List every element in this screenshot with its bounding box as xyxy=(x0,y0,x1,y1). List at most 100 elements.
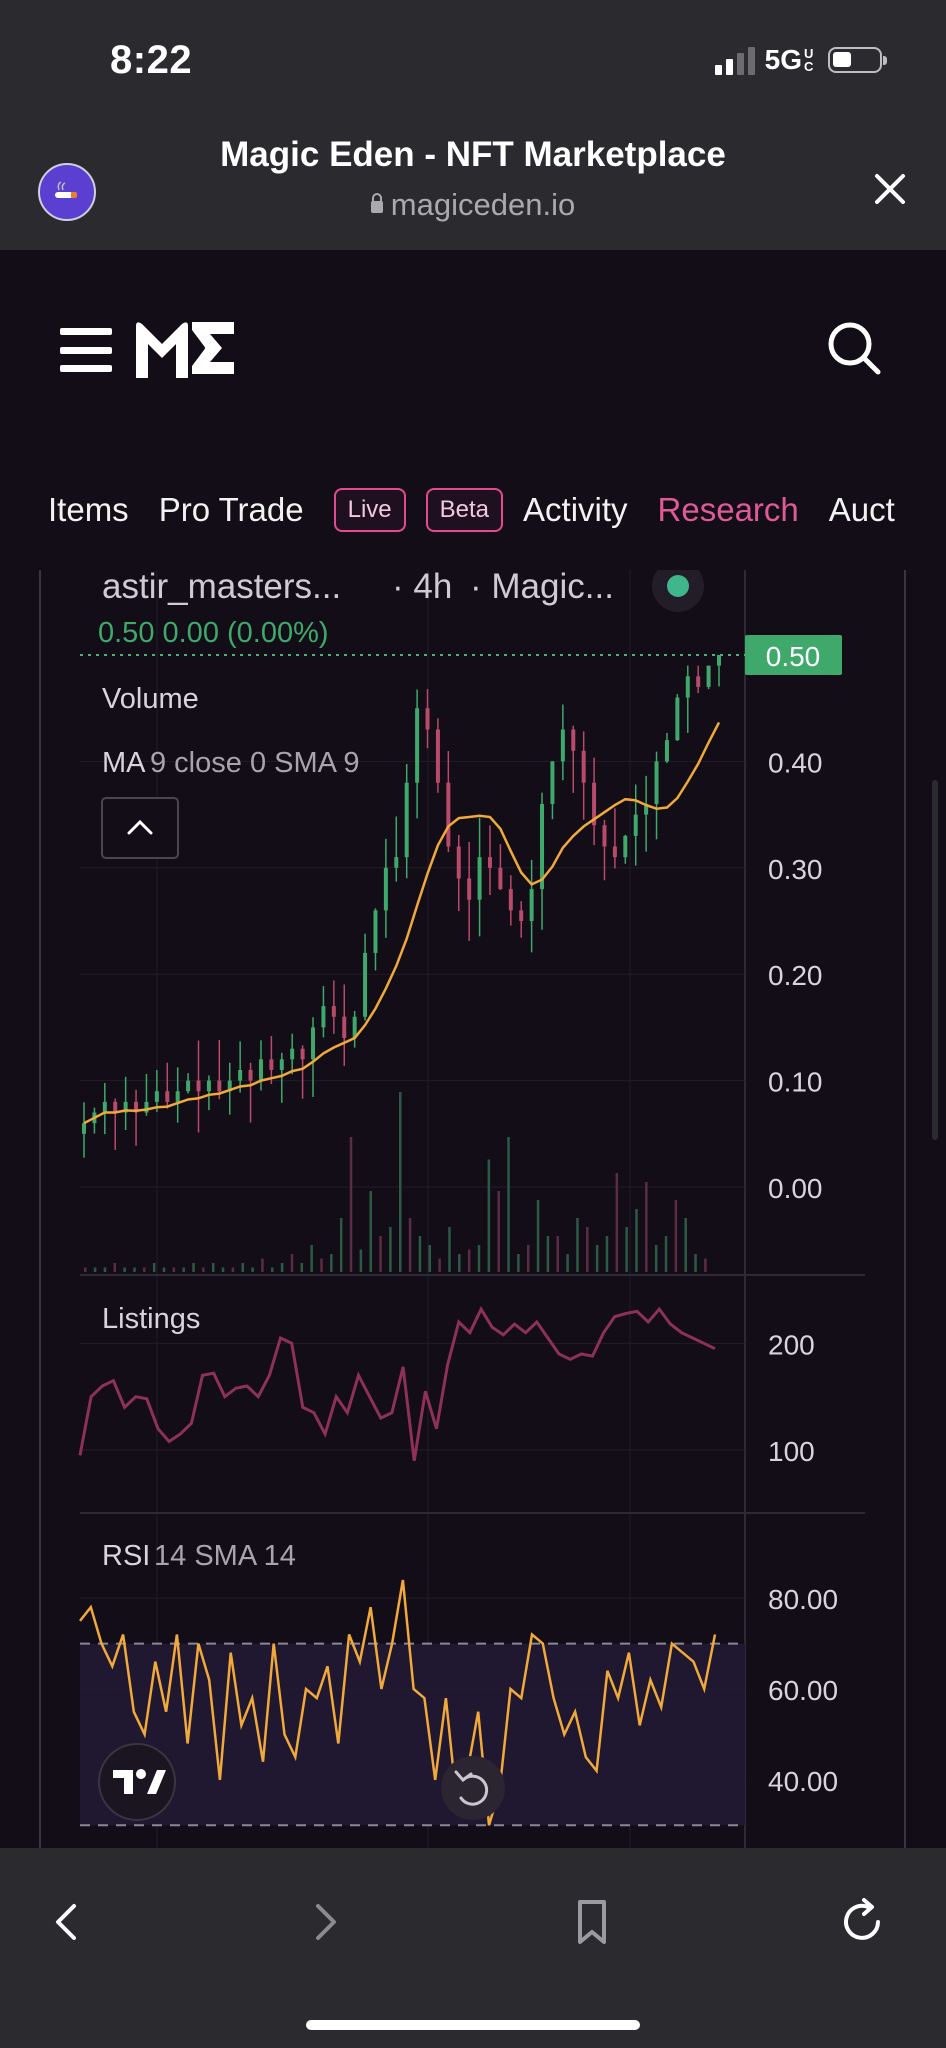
candle-body xyxy=(685,676,690,698)
rsi-tick-label: 80.00 xyxy=(768,1584,838,1615)
site-header xyxy=(0,250,946,450)
reload-icon[interactable] xyxy=(834,1892,894,1952)
tab-auctions[interactable]: Auct xyxy=(829,491,895,529)
collapse-legend-button xyxy=(101,797,179,859)
volume-bar xyxy=(211,1263,215,1272)
home-indicator xyxy=(306,2020,640,2030)
candle-body xyxy=(290,1048,295,1060)
ma-line xyxy=(83,721,721,1125)
candle-body xyxy=(144,1101,149,1113)
volume-bar xyxy=(487,1159,491,1272)
volume-bar xyxy=(654,1245,658,1272)
candle-body xyxy=(394,857,399,868)
battery-icon xyxy=(828,47,887,73)
volume-bar xyxy=(280,1263,284,1272)
volume-bar xyxy=(586,1227,589,1272)
candle-body xyxy=(82,1123,86,1134)
volume-bar xyxy=(369,1191,372,1272)
volume-bar xyxy=(123,1267,126,1272)
ma-params: 9 close 0 SMA 9 xyxy=(150,747,360,779)
nav-tabs: Items Pro Trade Live Beta Activity Resea… xyxy=(0,478,946,542)
rsi-legend: RSI xyxy=(102,1540,150,1572)
volume-bar xyxy=(664,1236,668,1272)
ma-legend: MA xyxy=(102,747,146,779)
status-indicators: 5G UC xyxy=(714,44,887,76)
candle-body xyxy=(654,761,659,804)
volume-bar xyxy=(684,1218,687,1272)
url-text: magiceden.io xyxy=(390,187,576,222)
status-bar: 8:22 5G UC xyxy=(0,0,946,125)
magic-eden-logo[interactable] xyxy=(134,316,236,382)
rsi-tick-label: 40.00 xyxy=(768,1766,838,1797)
browser-toolbar: Magic Eden - NFT Marketplace magiceden.i… xyxy=(0,125,946,251)
volume-bar xyxy=(467,1249,471,1272)
rsi-tick-label: 60.00 xyxy=(768,1675,838,1706)
tab-pro-trade[interactable]: Pro Trade xyxy=(159,491,304,529)
candle-body xyxy=(581,750,586,783)
candle-body xyxy=(696,676,701,687)
back-icon[interactable] xyxy=(36,1892,96,1952)
candle-body xyxy=(519,910,524,921)
candle-body xyxy=(529,889,534,921)
candle-body xyxy=(175,1091,180,1102)
page-title: Magic Eden - NFT Marketplace xyxy=(220,135,726,174)
candle-body xyxy=(269,1059,274,1070)
chart-symbol: astir_masters... xyxy=(102,570,341,606)
volume-legend: Volume xyxy=(102,683,199,715)
candle-body xyxy=(311,1027,316,1060)
volume-bar xyxy=(635,1209,638,1272)
volume-bar xyxy=(674,1200,678,1272)
network-sup: UC xyxy=(804,46,814,74)
volume-bar xyxy=(202,1267,205,1272)
volume-bar xyxy=(290,1254,294,1272)
forward-icon[interactable] xyxy=(296,1892,356,1952)
volume-bar xyxy=(418,1236,422,1272)
volume-bar xyxy=(241,1263,244,1272)
price-tick-label: 0.30 xyxy=(768,854,823,885)
volume-bar xyxy=(113,1263,117,1272)
volume-bar xyxy=(546,1236,550,1272)
close-icon[interactable] xyxy=(870,169,910,209)
volume-bar xyxy=(349,1137,353,1272)
url-display[interactable]: magiceden.io xyxy=(0,187,946,223)
candle-body xyxy=(186,1080,191,1092)
candle-body xyxy=(560,729,565,762)
candle-body xyxy=(321,1006,326,1028)
tab-activity[interactable]: Activity xyxy=(523,491,628,529)
volume-bar xyxy=(615,1173,619,1272)
status-time: 8:22 xyxy=(110,38,193,82)
listings-legend: Listings xyxy=(102,1303,200,1335)
hamburger-menu-icon[interactable] xyxy=(60,328,112,372)
listings-tick-label: 200 xyxy=(768,1329,815,1360)
candle-body xyxy=(383,867,388,911)
candle-body xyxy=(508,889,513,911)
volume-bar xyxy=(162,1267,166,1272)
candle-body xyxy=(238,1069,243,1081)
volume-bar xyxy=(379,1236,382,1272)
tab-items[interactable]: Items xyxy=(48,491,129,529)
tab-research[interactable]: Research xyxy=(658,491,799,529)
volume-bar xyxy=(566,1254,569,1272)
volume-bar xyxy=(704,1258,707,1272)
volume-bar xyxy=(133,1267,136,1272)
volume-bar xyxy=(192,1263,195,1272)
volume-bar xyxy=(300,1263,304,1272)
volume-bar xyxy=(339,1218,343,1272)
candle-body xyxy=(196,1080,201,1092)
volume-bar xyxy=(93,1267,97,1272)
bookmark-icon[interactable] xyxy=(562,1892,622,1952)
volume-bar xyxy=(625,1227,628,1272)
candle-body xyxy=(415,708,420,783)
volume-bar xyxy=(152,1263,156,1272)
candle-body xyxy=(456,846,461,879)
candle-body xyxy=(206,1080,211,1092)
candle-body xyxy=(571,729,576,751)
search-icon[interactable] xyxy=(826,320,882,376)
volume-bar xyxy=(556,1236,559,1272)
live-badge: Live xyxy=(333,488,406,532)
volume-bar xyxy=(310,1245,313,1272)
candle-body xyxy=(623,835,628,858)
market-status-dot xyxy=(667,575,689,597)
candle-body xyxy=(717,655,721,666)
tradingview-chart[interactable]: 0.40 0.30 0.20 0.10 0.00 0.50 astir_masters...… xyxy=(0,570,946,1848)
